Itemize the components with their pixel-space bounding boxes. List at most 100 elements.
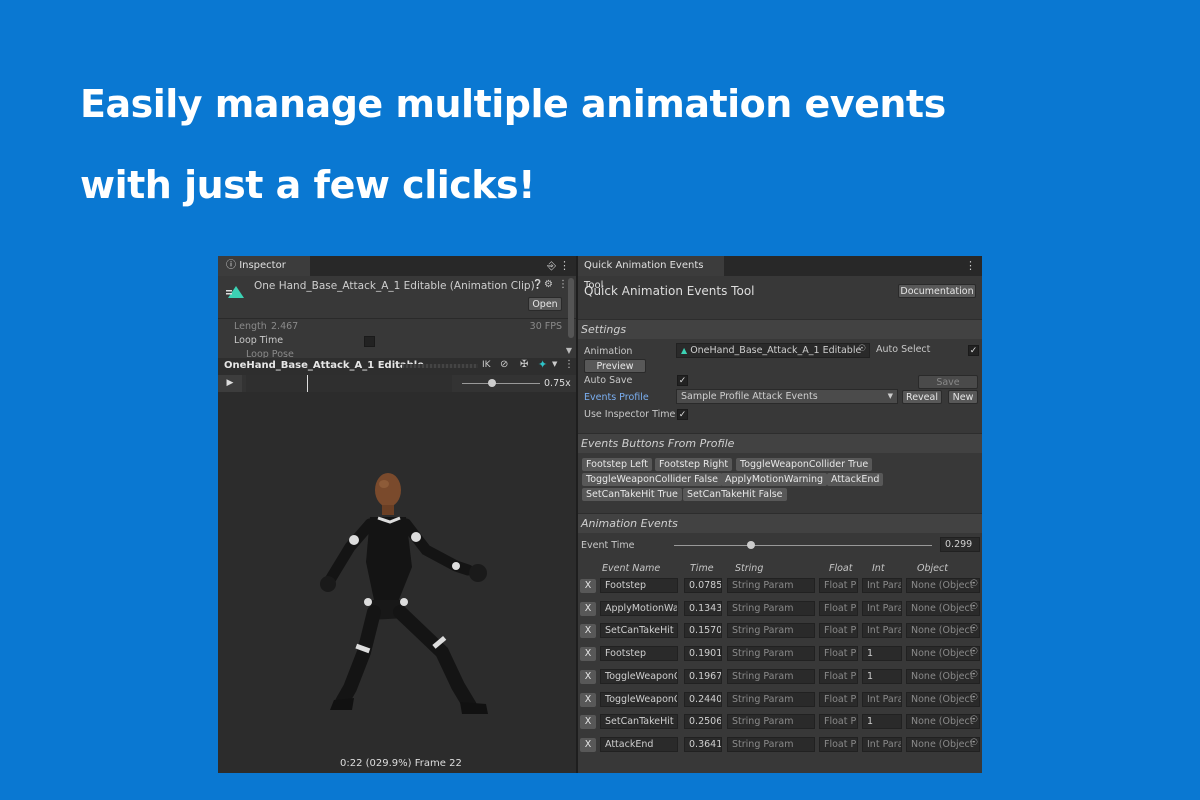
tab-quick-animation-events[interactable]: Quick Animation Events Tool <box>578 256 724 291</box>
lock-icon[interactable]: ⎆ <box>547 259 556 273</box>
event-time-slider-thumb[interactable] <box>747 541 756 549</box>
event-button-set-can-take-hit-true[interactable]: SetCanTakeHit True <box>582 488 682 501</box>
scrollbar[interactable] <box>568 278 574 338</box>
event-name-field[interactable]: SetCanTakeHit <box>600 623 678 639</box>
object-picker-icon[interactable]: ☉ <box>970 715 978 725</box>
timeline-track[interactable] <box>246 375 452 392</box>
settings-icon[interactable]: ⚙ <box>544 279 553 290</box>
pivot-icon[interactable]: ✠ <box>520 359 528 370</box>
event-float-field[interactable]: Float P <box>819 736 858 752</box>
event-float-field[interactable]: Float P <box>819 600 858 616</box>
remove-event-button[interactable]: X <box>580 624 596 639</box>
play-button[interactable]: ▶ <box>218 375 242 392</box>
event-int-field[interactable]: 1 <box>862 668 902 684</box>
event-time-field[interactable]: 0.3641 <box>684 736 722 752</box>
event-int-field[interactable]: Int Para <box>862 736 902 752</box>
event-int-field[interactable]: 1 <box>862 646 902 662</box>
preview-button[interactable]: Preview <box>584 359 646 373</box>
loop-time-checkbox[interactable] <box>364 336 375 347</box>
auto-save-checkbox[interactable]: ✓ <box>677 375 688 386</box>
event-time-field[interactable]: 0.2506 <box>684 714 722 730</box>
event-time-field[interactable]: 0.1570 <box>684 623 722 639</box>
event-time-slider-track[interactable] <box>674 545 932 546</box>
remove-event-button[interactable]: X <box>580 647 596 662</box>
event-float-field[interactable]: Float P <box>819 668 858 684</box>
reveal-button[interactable]: Reveal <box>902 390 942 404</box>
event-string-field[interactable]: String Param <box>727 623 815 639</box>
remove-event-button[interactable]: X <box>580 579 596 593</box>
event-button-footstep-right[interactable]: Footstep Right <box>655 458 733 471</box>
event-object-field[interactable]: None (Object <box>906 578 980 593</box>
component-menu-icon[interactable]: ⋮ <box>558 279 568 290</box>
event-button-attack-end[interactable]: AttackEnd <box>827 473 884 486</box>
event-int-field[interactable]: Int Para <box>862 578 902 593</box>
kebab-menu-icon[interactable]: ⋮ <box>559 259 570 272</box>
save-button[interactable]: Save <box>918 375 978 389</box>
animation-preview-viewport[interactable]: 0:22 (029.9%) Frame 22 <box>218 392 576 773</box>
event-button-footstep-left[interactable]: Footstep Left <box>582 458 652 471</box>
event-name-field[interactable]: AttackEnd <box>600 736 678 752</box>
chevron-down-icon[interactable]: ▼ <box>552 360 557 368</box>
event-string-field[interactable]: String Param <box>727 646 815 662</box>
event-string-field[interactable]: String Param <box>727 736 815 752</box>
preview-menu-icon[interactable]: ⋮ <box>564 359 574 370</box>
event-button-apply-motion-warning[interactable]: ApplyMotionWarning <box>721 473 828 486</box>
event-name-field[interactable]: SetCanTakeHit <box>600 714 678 730</box>
event-name-field[interactable]: ToggleWeaponC <box>600 668 678 684</box>
documentation-button[interactable]: Documentation <box>898 284 976 298</box>
object-picker-icon[interactable]: ☉ <box>970 647 978 657</box>
event-button-toggle-weapon-false[interactable]: ToggleWeaponCollider False <box>582 473 722 486</box>
ik-toggle[interactable]: IK <box>482 360 491 370</box>
event-float-field[interactable]: Float P <box>819 714 858 730</box>
event-name-field[interactable]: Footstep <box>600 646 678 662</box>
event-name-field[interactable]: ToggleWeaponC <box>600 691 678 707</box>
event-object-field[interactable]: None (Object <box>906 600 980 616</box>
help-icon[interactable]: ❔ <box>532 280 543 290</box>
event-time-field[interactable]: 0.0785 <box>684 578 722 593</box>
event-object-field[interactable]: None (Object <box>906 646 980 662</box>
avatar-icon[interactable]: ✦ <box>538 358 547 371</box>
events-profile-dropdown[interactable]: Sample Profile Attack Events ▼ <box>676 389 898 404</box>
event-float-field[interactable]: Float P <box>819 691 858 707</box>
object-picker-icon[interactable]: ☉ <box>858 344 866 354</box>
object-picker-icon[interactable]: ☉ <box>970 693 978 703</box>
event-string-field[interactable]: String Param <box>727 600 815 616</box>
event-time-input[interactable]: 0.299 <box>940 537 980 552</box>
event-object-field[interactable]: None (Object <box>906 623 980 639</box>
event-string-field[interactable]: String Param <box>727 714 815 730</box>
event-int-field[interactable]: 1 <box>862 714 902 730</box>
object-picker-icon[interactable]: ☉ <box>970 579 978 589</box>
event-float-field[interactable]: Float P <box>819 623 858 639</box>
event-time-field[interactable]: 0.1967 <box>684 668 722 684</box>
remove-event-button[interactable]: X <box>580 715 596 730</box>
open-button[interactable]: Open <box>528 297 562 311</box>
event-object-field[interactable]: None (Object <box>906 736 980 752</box>
event-string-field[interactable]: String Param <box>727 578 815 593</box>
speed-slider-track[interactable] <box>462 383 540 384</box>
use-inspector-time-checkbox[interactable]: ✓ <box>677 409 688 420</box>
object-picker-icon[interactable]: ☉ <box>970 624 978 634</box>
remove-event-button[interactable]: X <box>580 692 596 707</box>
event-name-field[interactable]: ApplyMotionWar <box>600 600 678 616</box>
auto-select-checkbox[interactable]: ✓ <box>968 345 979 356</box>
event-float-field[interactable]: Float P <box>819 646 858 662</box>
kebab-menu-icon[interactable]: ⋮ <box>965 259 976 272</box>
object-picker-icon[interactable]: ☉ <box>970 738 978 748</box>
event-time-field[interactable]: 0.2440 <box>684 691 722 707</box>
scroll-down-icon[interactable]: ▼ <box>566 346 572 355</box>
object-picker-icon[interactable]: ☉ <box>970 602 978 612</box>
event-string-field[interactable]: String Param <box>727 668 815 684</box>
event-float-field[interactable]: Float P <box>819 578 858 593</box>
remove-event-button[interactable]: X <box>580 601 596 616</box>
timeline-playhead[interactable] <box>307 375 308 392</box>
event-button-toggle-weapon-true[interactable]: ToggleWeaponCollider True <box>736 458 873 471</box>
remove-event-button[interactable]: X <box>580 669 596 684</box>
event-int-field[interactable]: Int Para <box>862 623 902 639</box>
object-picker-icon[interactable]: ☉ <box>970 670 978 680</box>
event-name-field[interactable]: Footstep <box>600 578 678 593</box>
event-object-field[interactable]: None (Object <box>906 714 980 730</box>
event-object-field[interactable]: None (Object <box>906 668 980 684</box>
new-button[interactable]: New <box>948 390 978 404</box>
2d-toggle-icon[interactable]: ⊘ <box>500 359 508 370</box>
tab-inspector[interactable]: ⓘ Inspector <box>218 256 310 276</box>
